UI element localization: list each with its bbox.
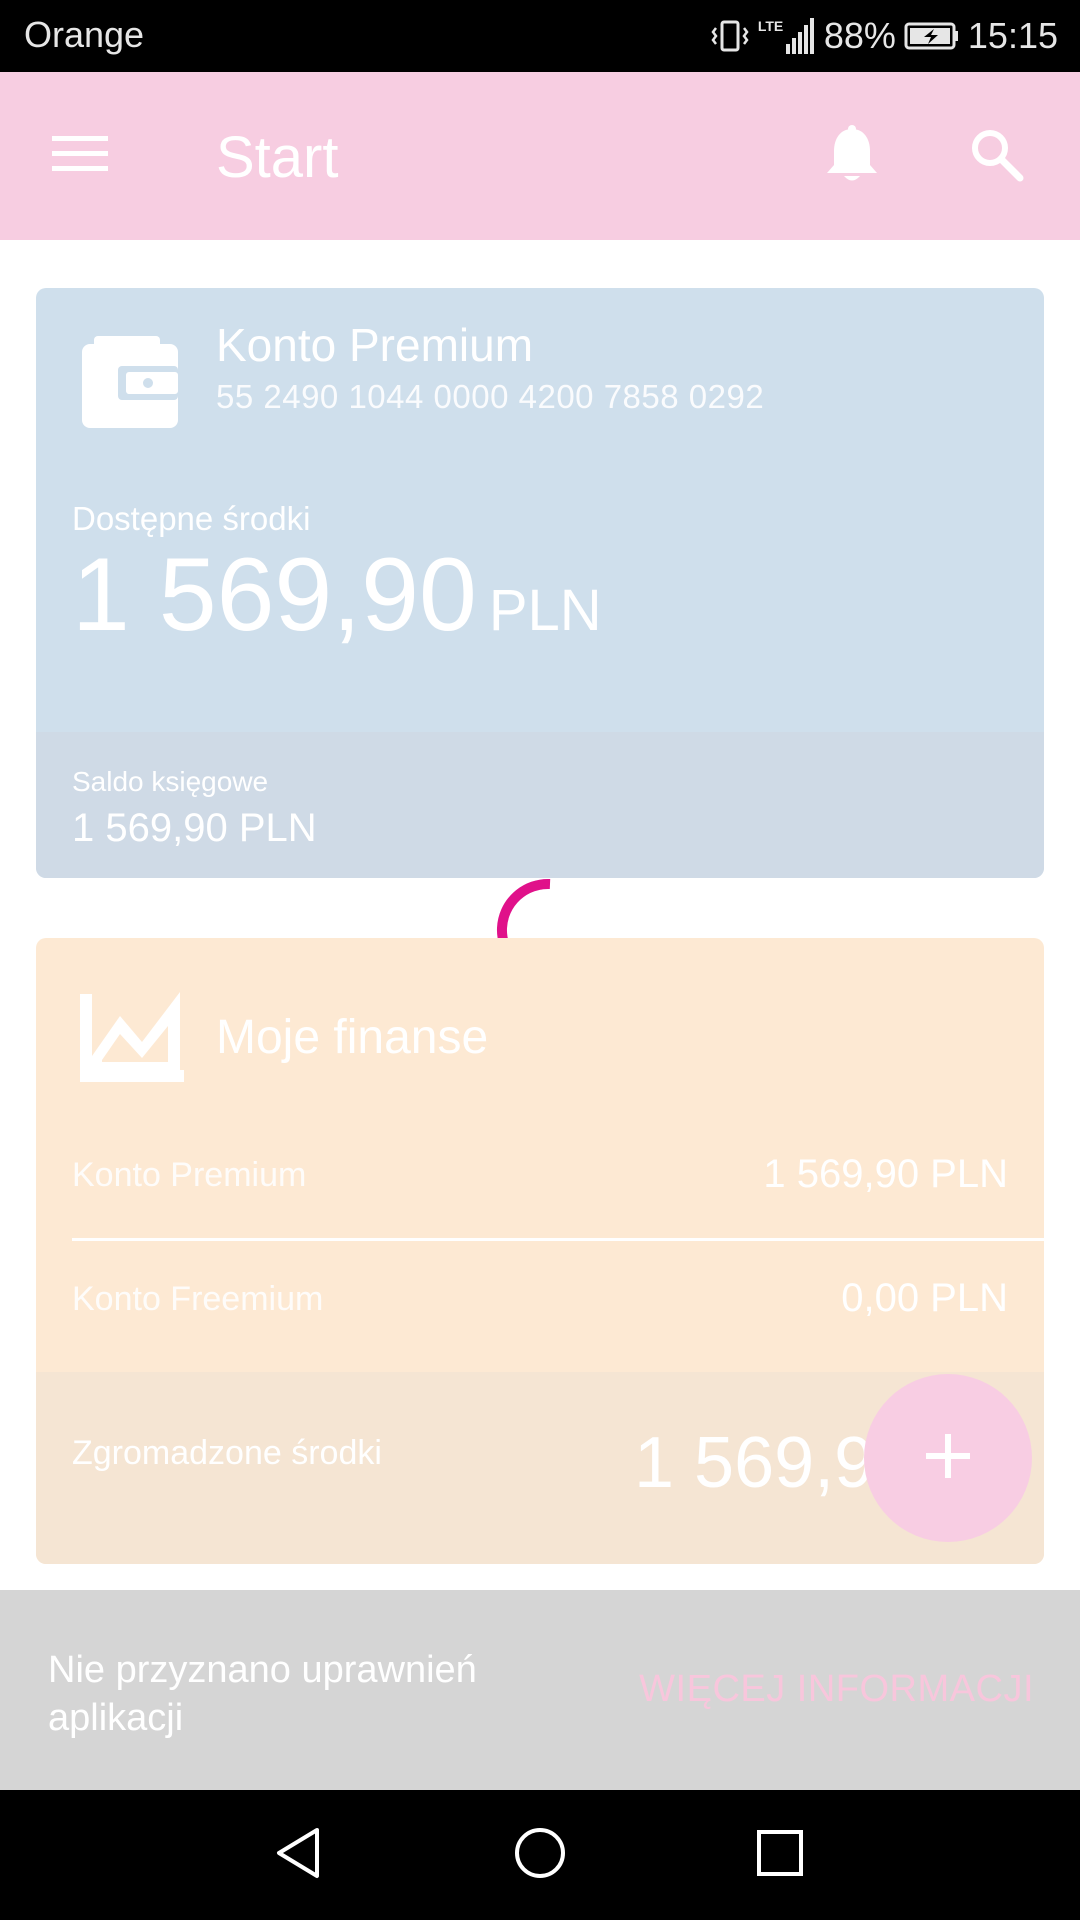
- clock: 15:15: [967, 15, 1058, 56]
- recents-button[interactable]: [740, 1815, 820, 1895]
- home-button[interactable]: [500, 1815, 580, 1895]
- wallet-icon: [82, 336, 178, 428]
- search-icon: [968, 126, 1024, 187]
- navigation-bar: [0, 1790, 1080, 1920]
- vibrate-icon: [710, 16, 750, 56]
- status-icons: LTE 88% 15:15: [710, 12, 1058, 60]
- page-title: Start: [216, 125, 339, 190]
- add-fab-button[interactable]: [864, 1374, 1032, 1542]
- finance-row-premium[interactable]: Konto Premium 1 569,90 PLN: [72, 1148, 1044, 1208]
- menu-button[interactable]: [44, 120, 116, 192]
- accumulated-funds-label: Zgromadzone środki: [72, 1434, 382, 1472]
- status-bar: Orange LTE 88% 15:15: [0, 0, 1080, 72]
- permissions-snackbar: Nie przyznano uprawnień aplikacji WIĘCEJ…: [0, 1590, 1080, 1790]
- recents-icon: [755, 1828, 805, 1883]
- snackbar-message: Nie przyznano uprawnień aplikacji: [48, 1649, 477, 1739]
- plus-icon: [924, 1432, 972, 1485]
- home-icon: [513, 1826, 567, 1885]
- battery-charging-icon: [904, 21, 960, 51]
- accumulated-funds-value: 1 569,9: [634, 1423, 875, 1503]
- more-info-button[interactable]: WIĘCEJ INFORMACJI: [639, 1668, 1034, 1711]
- available-funds-value: 1 569,90: [72, 537, 477, 653]
- account-number: 55 2490 1044 0000 4200 7858 0292: [216, 378, 765, 415]
- back-button[interactable]: [258, 1815, 338, 1895]
- account-name: Konto Premium: [216, 319, 534, 371]
- search-button[interactable]: [956, 116, 1036, 196]
- finance-row-value: 1 569,90 PLN: [763, 1152, 1008, 1196]
- menu-icon: [52, 134, 108, 179]
- back-icon: [273, 1826, 323, 1885]
- book-balance-section: Saldo księgowe 1 569,90 PLN: [36, 732, 1044, 878]
- finance-row-freemium[interactable]: Konto Freemium 0,00 PLN: [72, 1272, 1044, 1332]
- account-card[interactable]: Konto Premium 55 2490 1044 0000 4200 785…: [36, 288, 1044, 878]
- bell-icon: [824, 123, 880, 190]
- chart-icon: [80, 986, 184, 1082]
- carrier-name: Orange: [24, 14, 145, 55]
- available-funds-currency: PLN: [488, 578, 602, 643]
- finance-row-value: 0,00 PLN: [841, 1276, 1008, 1320]
- available-funds-amount: 1 569,90 PLN: [72, 536, 602, 655]
- signal-icon: [785, 18, 816, 54]
- battery-percent: 88%: [823, 15, 896, 56]
- finances-title: Moje finanse: [216, 1011, 489, 1064]
- app-bar: Start: [0, 72, 1080, 240]
- divider: [72, 1238, 1044, 1241]
- finance-row-label: Konto Freemium: [72, 1280, 324, 1318]
- book-balance-value: 1 569,90 PLN: [72, 806, 317, 850]
- lte-icon: LTE: [757, 18, 784, 34]
- notifications-button[interactable]: [812, 116, 892, 196]
- available-funds-label: Dostępne środki: [72, 500, 311, 537]
- book-balance-label: Saldo księgowe: [72, 766, 269, 797]
- finance-row-label: Konto Premium: [72, 1156, 307, 1194]
